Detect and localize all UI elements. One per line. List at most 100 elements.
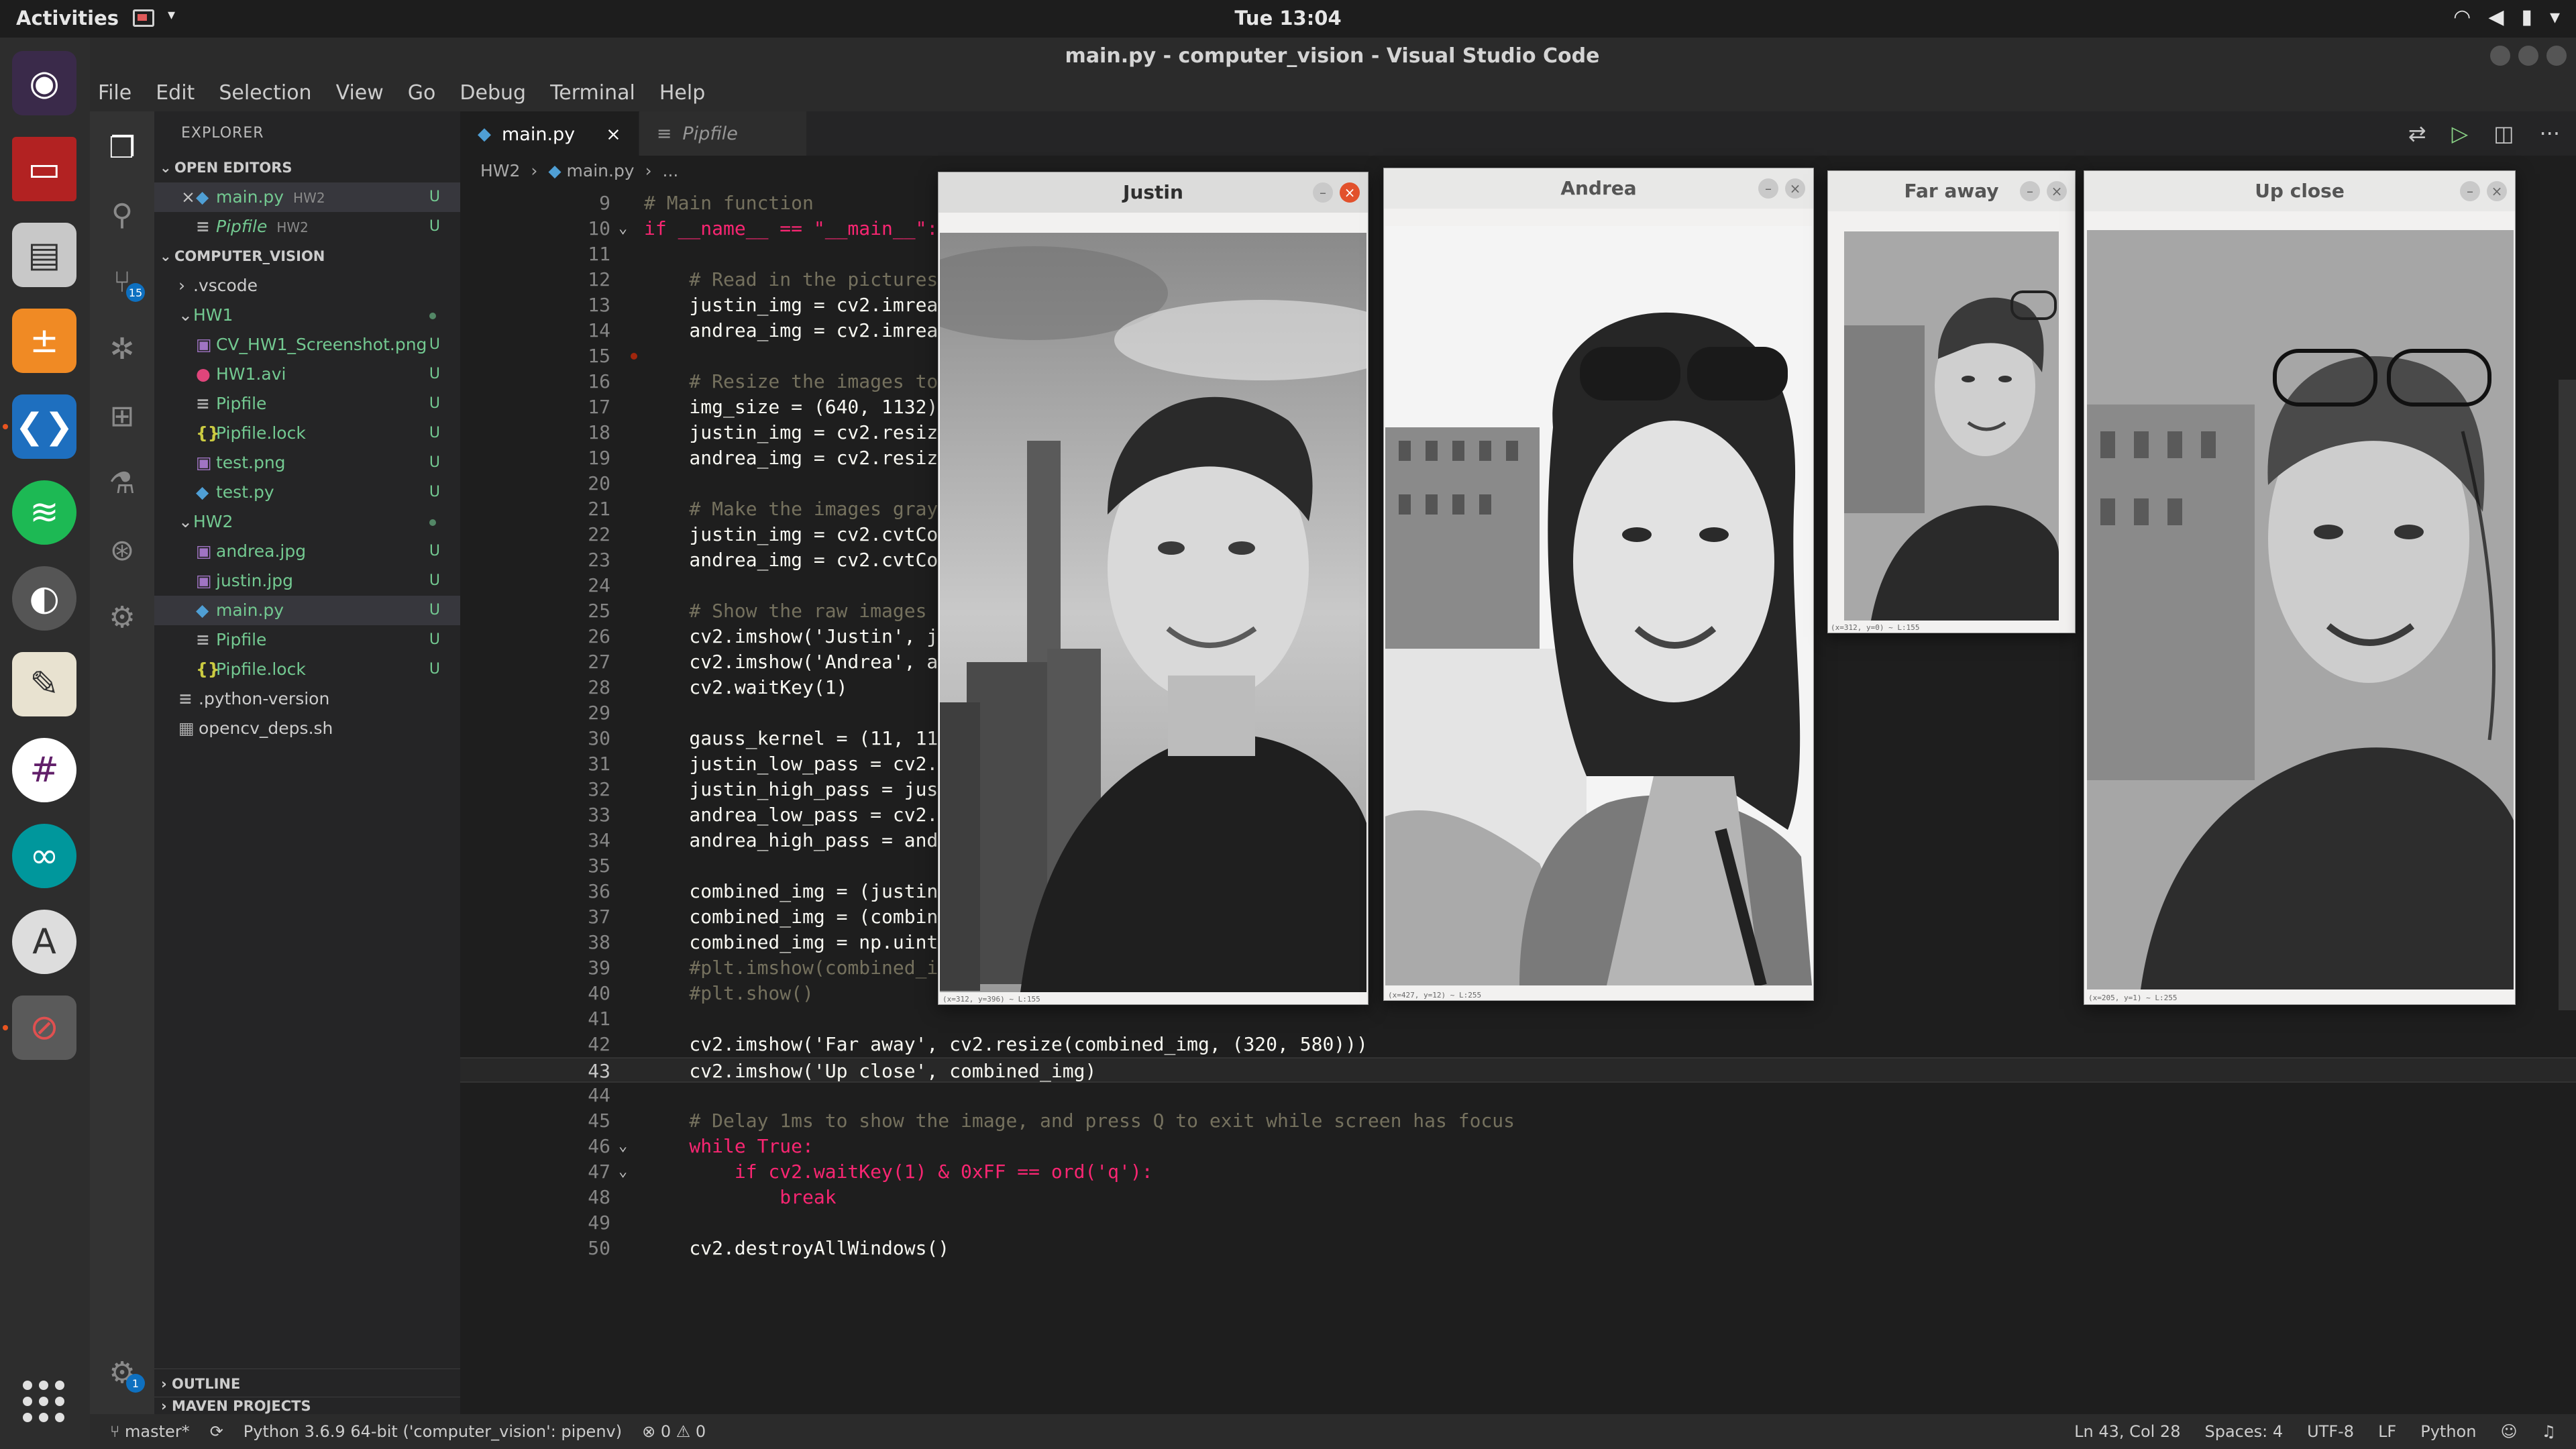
tree-folder-hw2[interactable]: ⌄HW2 (154, 507, 460, 537)
breakpoint-hint-icon[interactable] (631, 353, 637, 360)
tree-file[interactable]: ▣ andrea.jpg U (154, 537, 460, 566)
code-line[interactable]: 42 cv2.imshow('Far away', cv2.resize(com… (460, 1032, 2576, 1057)
code-line[interactable]: 50 cv2.destroyAllWindows() (460, 1236, 2576, 1261)
open-editors-header[interactable]: ⌄ OPEN EDITORS (154, 153, 460, 182)
slack-icon[interactable]: # (12, 738, 76, 802)
line-number[interactable]: 13 (460, 292, 610, 318)
problems-status[interactable]: ⊗ 0 ⚠ 0 (642, 1422, 706, 1441)
open-changes-icon[interactable]: ⇄ (2408, 121, 2426, 146)
opencv-window-icon[interactable]: ⊘ (12, 996, 76, 1060)
maven-section[interactable]: › MAVEN PROJECTS (154, 1397, 460, 1414)
line-number[interactable]: 45 (460, 1108, 610, 1134)
firefox-icon[interactable]: ◉ (12, 51, 76, 115)
line-number[interactable]: 40 (460, 981, 610, 1006)
clock[interactable]: Tue 13:04 (1234, 7, 1341, 30)
line-number[interactable]: 17 (460, 394, 610, 420)
close-button[interactable]: × (2047, 181, 2067, 201)
code-line[interactable]: 43 cv2.imshow('Up close', combined_img) (460, 1057, 2576, 1083)
chevron-down-icon[interactable]: ▾ (2550, 5, 2560, 29)
line-number[interactable]: 11 (460, 241, 610, 267)
code-line[interactable]: 41 (460, 1006, 2576, 1032)
tree-file[interactable]: ▣ test.png U (154, 448, 460, 478)
feedback-icon[interactable]: ☺ (2500, 1422, 2517, 1441)
menu-help[interactable]: Help (659, 81, 705, 105)
tree-folder-vscode[interactable]: › .vscode (154, 271, 460, 301)
tab-close-button[interactable]: × (606, 124, 621, 145)
remote-icon[interactable]: ⚙ (102, 597, 142, 637)
line-number[interactable]: 37 (460, 904, 610, 930)
volume-icon[interactable]: ◀ (2488, 5, 2504, 29)
image-window-andrea[interactable]: Andrea – × (x=427, y=12) ~ L:255 (1383, 168, 1814, 1001)
chevron-down-icon[interactable]: ▾ (168, 7, 175, 23)
sync-icon[interactable]: ⟳ (210, 1422, 223, 1441)
close-button[interactable]: × (1340, 182, 1360, 203)
close-button[interactable]: × (1785, 178, 1805, 199)
line-number[interactable]: 46 (460, 1134, 610, 1159)
more-actions-icon[interactable]: ··· (2539, 121, 2560, 146)
line-number[interactable]: 19 (460, 445, 610, 471)
breadcrumb-symbol[interactable]: ... (663, 161, 679, 180)
breadcrumb-file[interactable]: main.py (567, 161, 635, 180)
files-icon[interactable]: ▤ (12, 223, 76, 287)
tree-file[interactable]: {}Pipfile.lock U (154, 419, 460, 448)
tree-file[interactable]: ▦ opencv_deps.sh (154, 714, 460, 743)
menu-go[interactable]: Go (408, 81, 436, 105)
split-editor-icon[interactable]: ◫ (2493, 121, 2514, 146)
text-editor-icon[interactable]: ✎ (12, 652, 76, 716)
line-number[interactable]: 42 (460, 1032, 610, 1057)
line-number[interactable]: 16 (460, 369, 610, 394)
line-number[interactable]: 33 (460, 802, 610, 828)
line-number[interactable]: 15 (460, 343, 610, 369)
code-line[interactable]: 48 break (460, 1185, 2576, 1210)
menu-file[interactable]: File (98, 81, 131, 105)
line-number[interactable]: 31 (460, 751, 610, 777)
menu-selection[interactable]: Selection (219, 81, 311, 105)
line-number[interactable]: 35 (460, 853, 610, 879)
eol-status[interactable]: LF (2378, 1422, 2396, 1441)
git-branch-status[interactable]: ⑂ master* (110, 1422, 190, 1441)
google-earth-pro-icon[interactable]: ◐ (12, 566, 76, 631)
line-number[interactable]: 22 (460, 522, 610, 547)
encoding-status[interactable]: UTF-8 (2307, 1422, 2354, 1441)
python-interpreter-status[interactable]: Python 3.6.9 64-bit ('computer_vision': … (244, 1422, 622, 1441)
line-number[interactable]: 50 (460, 1236, 610, 1261)
tree-file[interactable]: ≡ Pipfile U (154, 389, 460, 419)
line-number[interactable]: 47 (460, 1159, 610, 1185)
line-number[interactable]: 18 (460, 420, 610, 445)
line-number[interactable]: 26 (460, 624, 610, 649)
line-number[interactable]: 21 (460, 496, 610, 522)
wifi-icon[interactable]: ◠ (2453, 5, 2471, 29)
search-icon[interactable]: ⚲ (102, 195, 142, 235)
image-window-up-close[interactable]: Up close – × (x=205, y=1) ~ L:255 (2084, 170, 2516, 1005)
debug-icon[interactable]: ✲ (102, 329, 142, 369)
extensions-icon[interactable]: ⊞ (102, 396, 142, 436)
testing-icon[interactable]: ⚗ (102, 463, 142, 503)
activities-button[interactable]: Activities (16, 7, 119, 30)
tree-file[interactable]: ≡ .python-version (154, 684, 460, 714)
vertical-scrollbar[interactable] (2559, 380, 2576, 1010)
input-source-icon[interactable] (133, 9, 154, 27)
line-number[interactable]: 20 (460, 471, 610, 496)
line-number[interactable]: 41 (460, 1006, 610, 1032)
vscode-icon[interactable]: ❮❯ (12, 394, 76, 459)
explorer-icon[interactable]: ❐ (102, 127, 142, 168)
fold-chevron-icon[interactable]: ⌄ (619, 216, 627, 241)
line-number[interactable]: 34 (460, 828, 610, 853)
image-window-title[interactable]: Up close (2084, 171, 2515, 211)
fold-chevron-icon[interactable]: ⌄ (619, 1134, 627, 1159)
line-number[interactable]: 32 (460, 777, 610, 802)
minimize-button[interactable]: – (2460, 181, 2480, 201)
line-number[interactable]: 24 (460, 573, 610, 598)
cursor-position-status[interactable]: Ln 43, Col 28 (2074, 1422, 2180, 1441)
language-mode-status[interactable]: Python (2420, 1422, 2476, 1441)
show-applications-icon[interactable] (23, 1381, 64, 1422)
line-number[interactable]: 44 (460, 1083, 610, 1108)
line-number[interactable]: 36 (460, 879, 610, 904)
menu-view[interactable]: View (336, 81, 384, 105)
line-number[interactable]: 27 (460, 649, 610, 675)
minimize-button[interactable] (2490, 46, 2510, 66)
fold-chevron-icon[interactable]: ⌄ (619, 1159, 627, 1185)
image-window-far-away[interactable]: Far away – × (x=312, y=0) ~ L:155 (1827, 170, 2076, 633)
battery-icon[interactable]: ▮ (2521, 5, 2532, 29)
tab-main-py[interactable]: ◆ main.py × (460, 111, 639, 156)
